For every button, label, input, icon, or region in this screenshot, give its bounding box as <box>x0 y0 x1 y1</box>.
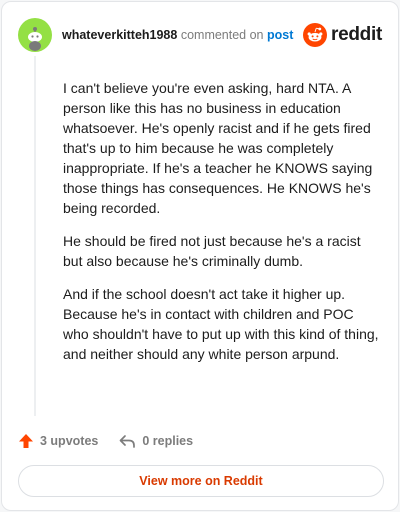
replies-button[interactable]: 0 replies <box>118 433 193 449</box>
view-more-button[interactable]: View more on Reddit <box>18 465 384 497</box>
post-link[interactable]: post <box>267 28 293 42</box>
action-text: commented on <box>180 28 264 42</box>
upvote-count: 3 upvotes <box>40 434 99 448</box>
upvote-button[interactable]: 3 upvotes <box>18 433 98 449</box>
thread-line <box>34 56 36 416</box>
comment-paragraph: I can't believe you're even asking, hard… <box>63 80 373 216</box>
comment-actions: 3 upvotes 0 replies <box>18 430 193 452</box>
comment-byline: whateverkitteh1988 commented on post <box>62 28 303 42</box>
reddit-logo-icon <box>303 23 328 47</box>
comment-paragraph: He should be fired not just because he's… <box>63 233 361 269</box>
reply-arrow-icon <box>120 435 136 448</box>
reply-count: 0 replies <box>142 434 194 448</box>
reddit-wordmark: reddit <box>331 24 382 45</box>
embedded-comment-card: whateverkitteh1988 commented on post red… <box>1 1 399 511</box>
upvote-arrow-icon <box>19 434 33 448</box>
snoo-avatar-icon[interactable] <box>18 18 52 52</box>
comment-paragraph: And if the school doesn't act take it hi… <box>63 286 379 362</box>
comment-body: I can't believe you're even asking, hard… <box>63 78 381 377</box>
reddit-brand[interactable]: reddit <box>303 23 382 47</box>
username-link[interactable]: whateverkitteh1988 <box>62 28 177 42</box>
comment-header: whateverkitteh1988 commented on post red… <box>18 18 382 52</box>
